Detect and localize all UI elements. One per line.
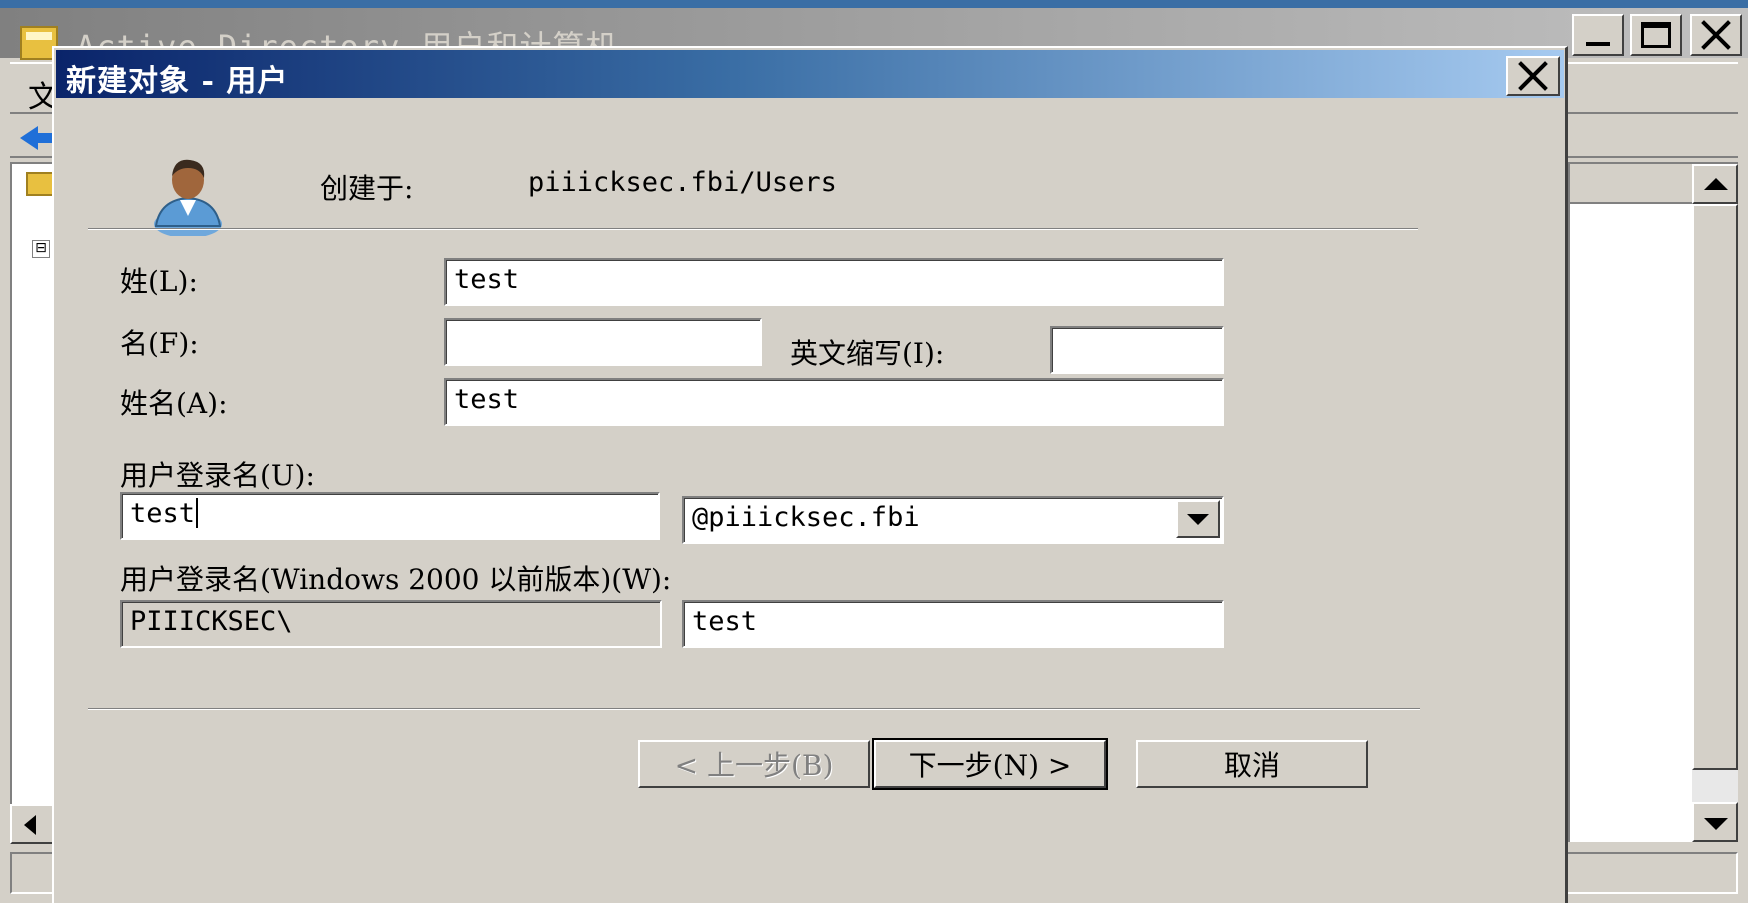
initials-label: 英文缩写(I): (790, 337, 945, 370)
first-name-label: 名(F): (120, 327, 199, 360)
maximize-icon (1641, 22, 1671, 48)
new-user-dialog: 新建对象 - 用户 创建于: piiicksec.fbi/Users 姓(L):… (52, 46, 1568, 903)
full-name-label: 姓名(A): (120, 387, 228, 420)
mmc-close-button[interactable] (1690, 14, 1742, 56)
scroll-thumb[interactable] (1692, 204, 1738, 770)
scroll-down-button[interactable] (1692, 802, 1738, 842)
logon-name-field[interactable]: test (120, 492, 660, 540)
next-button[interactable]: 下一步(N) > (872, 738, 1108, 790)
folder-icon (26, 172, 54, 196)
scroll-up-button[interactable] (1692, 164, 1738, 204)
last-name-field[interactable]: test (444, 258, 1224, 306)
dialog-title: 新建对象 - 用户 (66, 64, 289, 99)
close-icon (1518, 61, 1548, 91)
minimize-button[interactable] (1572, 14, 1624, 56)
scroll-left-button[interactable] (10, 804, 54, 844)
user-icon (154, 159, 222, 236)
upn-suffix-value: @piiicksec.fbi (692, 502, 920, 533)
pre2000-logon-label: 用户登录名(Windows 2000 以前版本)(W): (120, 563, 672, 596)
pre2000-domain-field: PIIICKSEC\ (120, 600, 662, 648)
separator (88, 228, 1418, 230)
upn-suffix-select[interactable]: @piiicksec.fbi (682, 496, 1224, 544)
tree-collapse-toggle[interactable]: ⊟ (32, 240, 50, 258)
full-name-field[interactable]: test (444, 378, 1224, 426)
chevron-down-icon[interactable] (1176, 500, 1220, 538)
logon-name-label: 用户登录名(U): (120, 459, 315, 492)
cancel-button[interactable]: 取消 (1136, 740, 1368, 788)
vertical-scrollbar[interactable] (1692, 164, 1738, 842)
dialog-close-button[interactable] (1506, 56, 1560, 96)
created-in-value: piiicksec.fbi/Users (528, 167, 837, 198)
created-in-label: 创建于: (320, 172, 414, 205)
first-name-field[interactable] (444, 318, 762, 366)
desktop-strip (0, 0, 1748, 8)
column-header[interactable] (1570, 164, 1696, 204)
maximize-button[interactable] (1630, 14, 1682, 56)
pre2000-name-field[interactable]: test (682, 600, 1224, 648)
logon-name-text: test (130, 498, 196, 529)
separator (88, 708, 1420, 710)
back-button[interactable]: < 上一步(B) (638, 740, 870, 788)
last-name-label: 姓(L): (120, 265, 198, 298)
dialog-titlebar[interactable]: 新建对象 - 用户 (56, 50, 1564, 99)
initials-field[interactable] (1050, 326, 1224, 374)
back-arrow-icon[interactable] (20, 126, 52, 150)
close-icon (1701, 20, 1731, 50)
text-caret (196, 498, 199, 528)
minimize-icon (1586, 42, 1610, 46)
